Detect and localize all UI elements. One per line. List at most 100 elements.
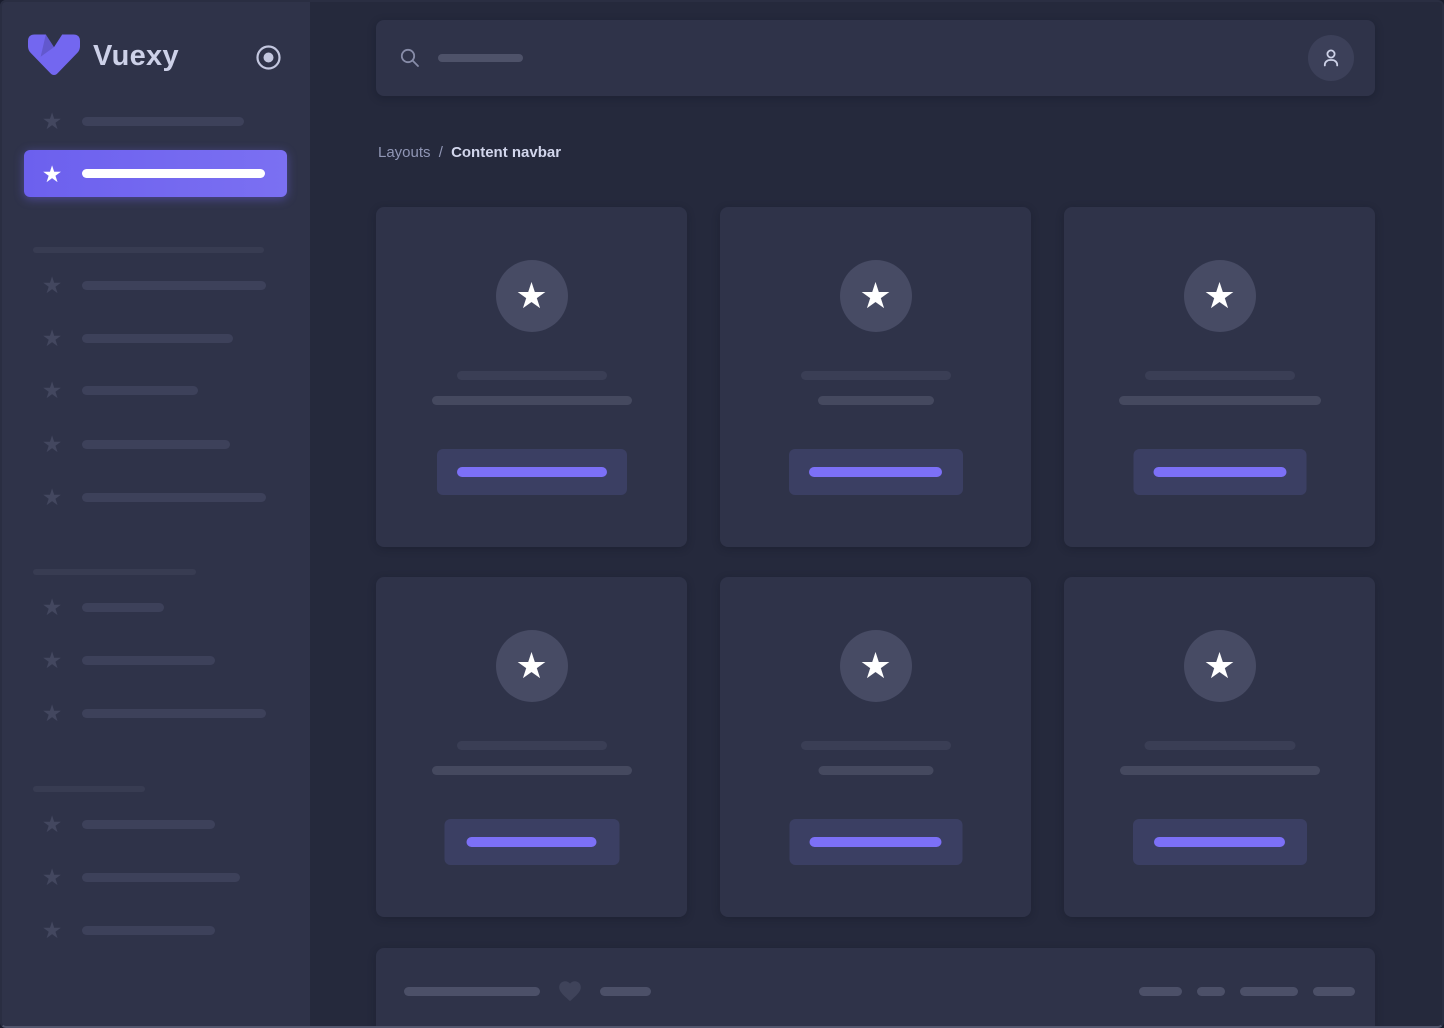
card-action-button[interactable] [1133,819,1307,865]
star-icon: ★ [859,648,891,684]
card-avatar-circle: ★ [840,630,912,702]
sidebar-item[interactable]: ★ [0,701,266,725]
feature-card: ★ [376,577,687,917]
breadcrumb-current: Content navbar [451,144,561,161]
button-label-bar [810,837,942,847]
star-icon: ★ [40,648,64,672]
sidebar-section-divider [33,786,145,792]
sidebar-item[interactable]: ★ [0,273,266,297]
feature-card: ★ [720,207,1031,547]
card-avatar-circle: ★ [496,260,568,332]
card-avatar-circle: ★ [1184,630,1256,702]
search-placeholder-bar [438,54,523,62]
sidebar: Vuexy ★ ★ ★ ★ ★ ★ [0,0,310,1028]
footer-link-bar[interactable] [1139,987,1182,996]
sidebar-section-divider [33,569,196,575]
sidebar-item[interactable]: ★ [0,648,215,672]
breadcrumb-separator: / [439,144,443,161]
placeholder-line [1144,741,1295,750]
placeholder-bar [404,987,540,996]
app-window: Vuexy ★ ★ ★ ★ ★ ★ [0,0,1444,1028]
brand[interactable]: Vuexy [28,34,179,78]
footer-left-group [404,978,651,1004]
star-icon: ★ [40,865,64,889]
card-avatar-circle: ★ [1184,260,1256,332]
button-label-bar [457,467,607,477]
placeholder-line [818,396,934,405]
sidebar-item[interactable]: ★ [0,595,164,619]
feature-card: ★ [1064,207,1375,547]
search-icon[interactable] [399,47,421,69]
sidebar-item[interactable]: ★ [0,865,240,889]
button-label-bar [809,467,942,477]
placeholder-bar [82,603,164,612]
footer-link-bar[interactable] [1313,987,1355,996]
card-avatar-circle: ★ [496,630,568,702]
button-label-bar [1153,467,1286,477]
star-icon: ★ [40,485,64,509]
sidebar-item[interactable]: ★ [0,326,233,350]
card-action-button[interactable] [789,819,962,865]
card-action-button[interactable] [437,449,627,495]
placeholder-line [432,396,632,405]
placeholder-bar [82,334,233,343]
button-label-bar [1154,837,1285,847]
placeholder-bar [82,386,198,395]
sidebar-item[interactable]: ★ [0,378,198,402]
placeholder-bar [82,493,266,502]
star-icon: ★ [1203,278,1235,314]
placeholder-line [1119,396,1321,405]
feature-card: ★ [376,207,687,547]
star-icon: ★ [40,273,64,297]
card-action-button[interactable] [444,819,619,865]
placeholder-bar [82,169,265,178]
placeholder-bar [82,440,230,449]
placeholder-bar [82,281,266,290]
card-action-button[interactable] [1133,449,1306,495]
star-icon: ★ [1203,648,1235,684]
placeholder-line [457,371,607,380]
sidebar-item[interactable]: ★ [0,432,230,456]
placeholder-line [1145,371,1295,380]
footer-link-group [1139,987,1355,996]
placeholder-bar [82,709,266,718]
sidebar-item[interactable]: ★ [0,812,215,836]
star-icon: ★ [40,812,64,836]
placeholder-line [801,371,951,380]
footer-link-bar[interactable] [1240,987,1298,996]
sidebar-pin-toggle-icon[interactable] [255,44,282,71]
placeholder-line [432,766,632,775]
footer-link-bar[interactable] [1197,987,1225,996]
sidebar-item[interactable]: ★ [0,485,266,509]
star-icon: ★ [40,432,64,456]
placeholder-bar [82,656,215,665]
top-navbar [376,20,1375,96]
card-avatar-circle: ★ [840,260,912,332]
placeholder-line [457,741,607,750]
user-icon [1319,46,1343,70]
sidebar-item[interactable]: ★ [0,918,215,942]
star-icon: ★ [515,648,547,684]
placeholder-bar [82,117,244,126]
sidebar-item[interactable]: ★ [0,109,244,133]
star-icon: ★ [40,378,64,402]
search-input[interactable] [399,47,523,69]
sidebar-item-active[interactable]: ★ [24,150,287,197]
feature-card: ★ [720,577,1031,917]
user-avatar-button[interactable] [1308,35,1354,81]
placeholder-bar [82,873,240,882]
star-icon: ★ [40,162,64,186]
placeholder-bar [600,987,651,996]
vuexy-logo-icon [28,34,80,78]
star-icon: ★ [859,278,891,314]
placeholder-bar [82,820,215,829]
feature-card: ★ [1064,577,1375,917]
star-icon: ★ [40,595,64,619]
card-action-button[interactable] [789,449,963,495]
star-icon: ★ [40,701,64,725]
breadcrumb: Layouts / Content navbar [378,144,561,162]
breadcrumb-parent[interactable]: Layouts [378,144,431,161]
star-icon: ★ [40,109,64,133]
heart-icon [557,978,583,1004]
placeholder-line [818,766,933,775]
